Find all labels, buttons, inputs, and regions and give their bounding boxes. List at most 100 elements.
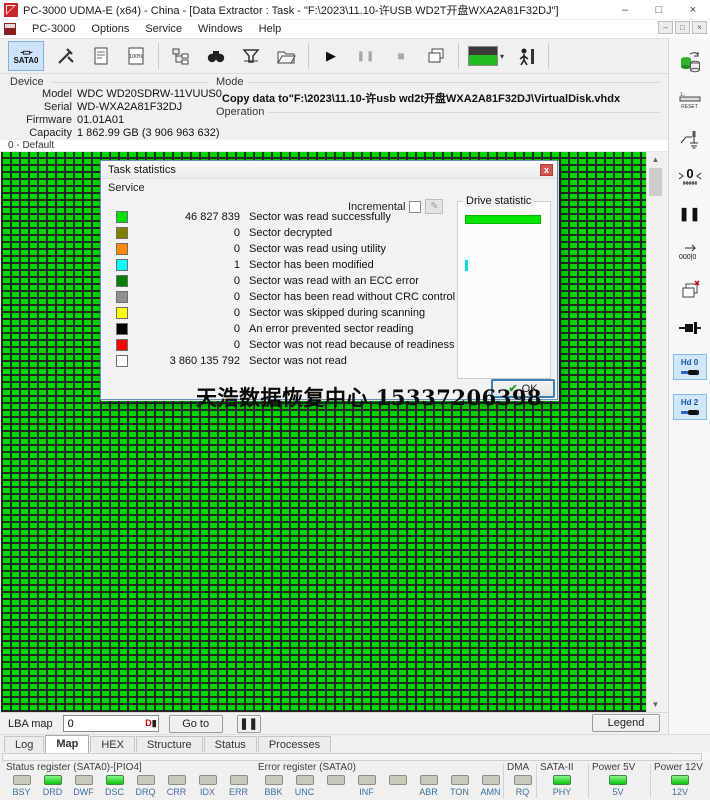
script-button[interactable] bbox=[88, 42, 114, 70]
lba-bar: LBA map D▮ Go to ❚❚ bbox=[0, 712, 668, 734]
open-task-button[interactable] bbox=[273, 42, 299, 70]
statistic-row: 0 Sector has been read without CRC contr… bbox=[109, 291, 455, 303]
lba-convert-button[interactable]: 000|0 bbox=[675, 240, 705, 264]
map-thumbnail-icon bbox=[468, 46, 498, 66]
bottom-tab[interactable]: Structure bbox=[135, 736, 203, 752]
mode-group-label: Mode bbox=[216, 76, 244, 88]
bottom-tab[interactable]: Processes bbox=[257, 736, 332, 752]
mode-value: Copy data to"F:\2023\11.10-许usb wd2t开盘WX… bbox=[222, 93, 621, 105]
dialog-close-icon[interactable]: x bbox=[540, 164, 553, 176]
recalibrate-button[interactable]: 0 bbox=[675, 164, 705, 188]
dialog-menu-service[interactable]: Service bbox=[108, 180, 153, 196]
stop-button[interactable]: ■ bbox=[388, 42, 414, 70]
status-led: ERR bbox=[223, 775, 254, 797]
sleep-button[interactable]: ❚❚ bbox=[675, 202, 705, 226]
search-button[interactable] bbox=[203, 42, 229, 70]
toolbar-separator bbox=[308, 43, 309, 69]
percent-doc-icon: 100% bbox=[128, 47, 144, 65]
utility-tools-button[interactable] bbox=[53, 42, 79, 70]
statistic-row: 0 An error prevented sector reading bbox=[109, 323, 451, 335]
goto-button[interactable]: Go to bbox=[168, 714, 223, 733]
sata0-port-button[interactable]: -▭- SATA0 bbox=[8, 41, 44, 71]
pause-button[interactable]: ❚❚ bbox=[353, 42, 379, 70]
bottom-tab[interactable]: Status bbox=[203, 736, 257, 752]
exit-task-button[interactable] bbox=[513, 42, 539, 70]
reset-button[interactable]: 1↓ RESET bbox=[675, 88, 705, 112]
filter-button[interactable] bbox=[238, 42, 264, 70]
statistic-row: 0 Sector decrypted bbox=[109, 227, 451, 239]
statistic-row: 1 Sector has been modified bbox=[109, 259, 451, 271]
plug-icon bbox=[680, 369, 699, 376]
minimize-button[interactable]: – bbox=[608, 0, 642, 20]
mdi-minimize-button[interactable]: – bbox=[658, 21, 673, 34]
svg-text:0: 0 bbox=[686, 166, 693, 181]
legend-color-swatch bbox=[116, 259, 128, 271]
statistic-row: 0 Sector was read with an ECC error bbox=[109, 275, 451, 287]
reset-icon: 1↓ bbox=[679, 92, 700, 102]
register-panel: Status register (SATA0)-[PIO4] BSY DRD DWF… bbox=[0, 762, 710, 800]
scroll-down-icon[interactable]: ▼ bbox=[649, 698, 662, 711]
drive-statistic-group: Drive statistic bbox=[457, 195, 551, 379]
sata-phy-group: SATA-II PHY bbox=[540, 762, 584, 797]
copies-button[interactable] bbox=[423, 42, 449, 70]
device-row: Firmware 01.01A01 bbox=[26, 114, 125, 126]
start-button[interactable]: ▶ bbox=[318, 42, 344, 70]
structure-tree-button[interactable] bbox=[168, 42, 194, 70]
menu-bar: PC-3000 Options Service Windows Help bbox=[0, 20, 710, 38]
dec-hex-icon[interactable]: D▮ bbox=[145, 717, 156, 729]
pc3000-window: PC-3000 UDMA-E (x64) - China - [Data Ext… bbox=[0, 0, 710, 800]
statistic-row: 46 827 839 Sector was read successfully bbox=[109, 211, 451, 223]
percent-report-button[interactable]: 100% bbox=[123, 42, 149, 70]
error-led: UNC bbox=[289, 775, 320, 797]
power5-group: Power 5V 5V bbox=[592, 762, 644, 797]
statistic-row: 0 Sector was read using utility bbox=[109, 243, 451, 255]
drive-clone-button[interactable] bbox=[675, 50, 705, 74]
menu-item[interactable]: PC-3000 bbox=[24, 21, 83, 37]
status-led: DRD bbox=[37, 775, 68, 797]
scroll-up-icon[interactable]: ▲ bbox=[649, 153, 662, 166]
dialog-title-bar[interactable]: Task statistics x bbox=[101, 161, 557, 179]
hd2-button[interactable]: Hd 2 bbox=[672, 394, 707, 420]
scrollbar-thumb[interactable] bbox=[649, 168, 662, 196]
status-led: CRR bbox=[161, 775, 192, 797]
maximize-button[interactable]: □ bbox=[642, 0, 676, 20]
device-group-label: Device bbox=[10, 76, 44, 88]
legend-button[interactable]: Legend bbox=[592, 714, 660, 732]
info-panel: Device Model WDC WD20SDRW-11VUUS0 Serial W… bbox=[0, 74, 710, 140]
menu-item[interactable]: Options bbox=[83, 21, 137, 37]
bottom-tab[interactable]: Log bbox=[4, 736, 45, 752]
legend-color-swatch bbox=[116, 307, 128, 319]
mdi-window-controls: – □ × bbox=[658, 21, 707, 34]
map-vertical-scrollbar[interactable]: ▲ ▼ bbox=[646, 152, 663, 712]
mdi-close-button[interactable]: × bbox=[692, 21, 707, 34]
power12-group: Power 12V 12V bbox=[654, 762, 706, 797]
device-rows: Model WDC WD20SDRW-11VUUS0 Serial WD-WXA2A… bbox=[10, 88, 222, 140]
clear-copies-button[interactable] bbox=[675, 278, 705, 302]
toolbar-separator bbox=[548, 43, 550, 69]
head-map-button[interactable] bbox=[675, 126, 705, 150]
device-row: Model WDC WD20SDRW-11VUUS0 bbox=[42, 88, 222, 100]
map-view-button[interactable]: ▾ bbox=[468, 46, 504, 66]
drive-statistic-tick bbox=[465, 260, 468, 271]
funnel-icon bbox=[242, 49, 260, 63]
close-button[interactable]: × bbox=[676, 0, 710, 20]
status-led: BSY bbox=[6, 775, 37, 797]
menu-item[interactable]: Help bbox=[251, 21, 290, 37]
menu-item[interactable]: Windows bbox=[190, 21, 251, 37]
bottom-tab[interactable]: Map bbox=[45, 735, 90, 753]
right-toolbar: 1↓ RESET 0 ❚❚ 000|0 Hd 0 Hd 2 bbox=[668, 38, 710, 760]
tools-icon bbox=[58, 48, 74, 64]
map-zone-header: 0 - Default bbox=[0, 140, 668, 152]
legend-color-swatch bbox=[116, 275, 128, 287]
hd0-button[interactable]: Hd 0 bbox=[672, 354, 707, 380]
dma-group: DMA RQ bbox=[507, 762, 538, 797]
mdi-restore-button[interactable]: □ bbox=[675, 21, 690, 34]
jumper-button[interactable] bbox=[675, 316, 705, 340]
status-led: DSC bbox=[99, 775, 130, 797]
menu-item[interactable]: Service bbox=[137, 21, 190, 37]
legend-color-swatch bbox=[116, 243, 128, 255]
device-row: Capacity 1 862.99 GB (3 906 963 632) bbox=[29, 127, 220, 139]
mdi-app-icon[interactable] bbox=[4, 23, 16, 35]
map-pause-button[interactable]: ❚❚ bbox=[236, 714, 261, 733]
bottom-tab[interactable]: HEX bbox=[90, 736, 135, 752]
